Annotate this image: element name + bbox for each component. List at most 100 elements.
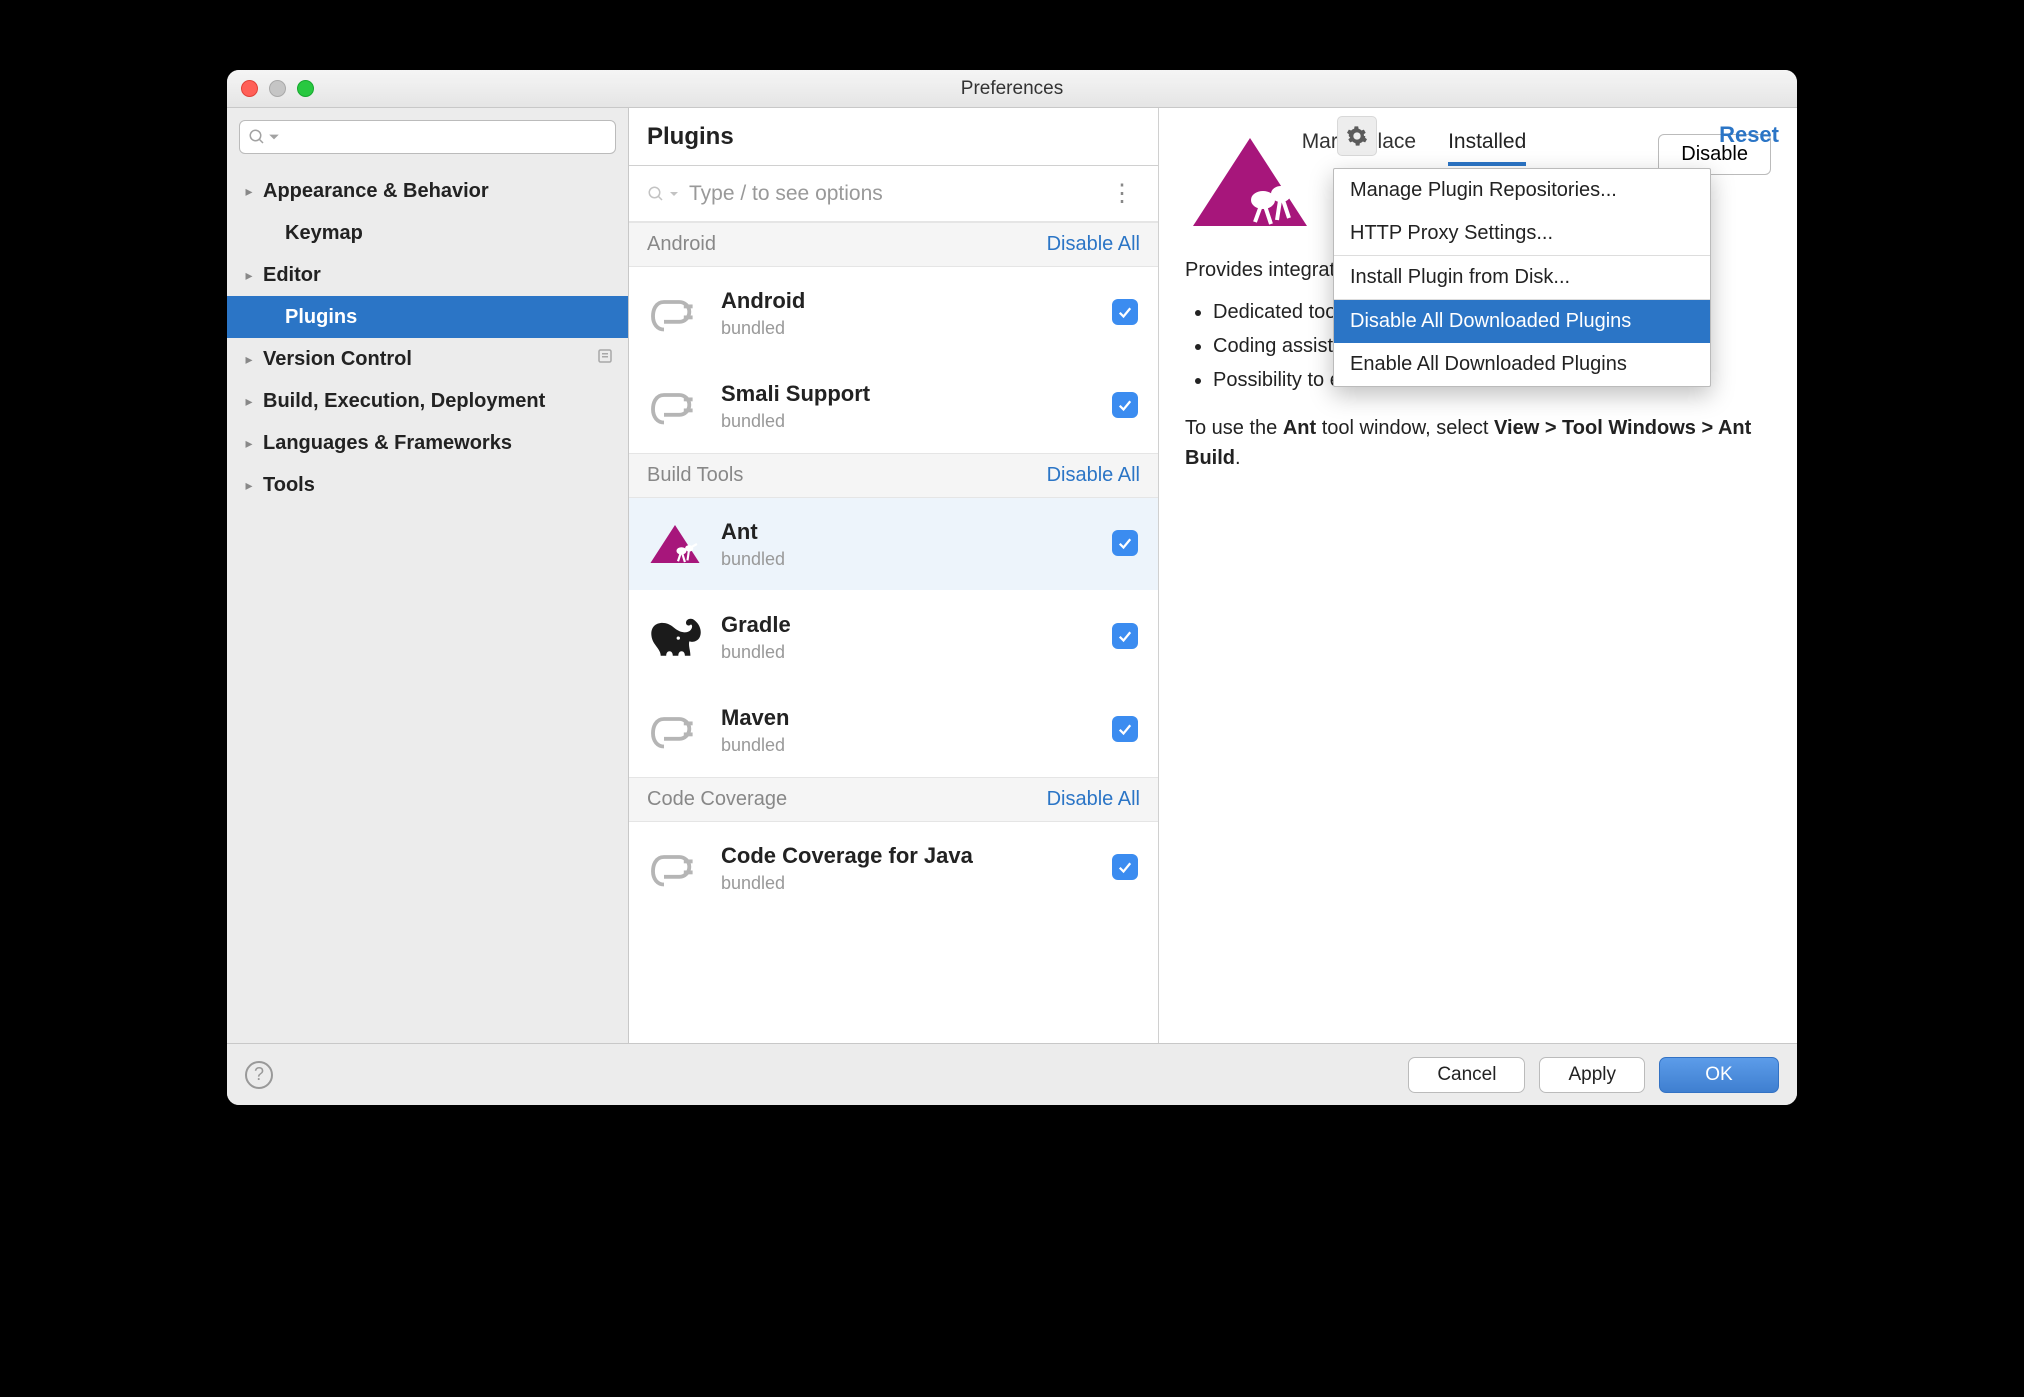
- plugin-sublabel: bundled: [721, 735, 1094, 756]
- sidebar-item-label: Keymap: [285, 222, 363, 245]
- plugins-column: Plugins ⋮ Android Disable All Android bundl…: [629, 108, 1159, 1043]
- sidebar-item-keymap[interactable]: Keymap: [227, 212, 628, 254]
- plugins-filter-input[interactable]: [689, 182, 1104, 206]
- plugin-icon: [647, 378, 703, 434]
- plugin-sublabel: bundled: [721, 642, 1094, 663]
- sidebar-item-appearance-behavior[interactable]: ▸ Appearance & Behavior: [227, 170, 628, 212]
- plugin-icon: [647, 840, 703, 896]
- ant-icon: [647, 516, 703, 572]
- sidebar-item-label: Appearance & Behavior: [263, 180, 489, 203]
- disclosure-arrow-icon: ▸: [241, 435, 257, 452]
- plugin-row-maven[interactable]: Maven bundled: [629, 684, 1158, 777]
- search-icon: [248, 128, 266, 146]
- sidebar-item-label: Build, Execution, Deployment: [263, 390, 545, 413]
- plugin-icon: [647, 285, 703, 341]
- menu-item-http-proxy-settings[interactable]: HTTP Proxy Settings...: [1334, 212, 1710, 255]
- plugins-title: Plugins: [647, 123, 734, 151]
- plugin-enable-checkbox[interactable]: [1112, 530, 1140, 558]
- menu-item-install-plugin-from-disk[interactable]: Install Plugin from Disk...: [1334, 256, 1710, 299]
- plugin-name: Ant: [721, 519, 1094, 545]
- checkbox-on-icon: [1112, 623, 1138, 649]
- preferences-window: Preferences ▸ Appearance & Behavior Keymap…: [227, 70, 1797, 1105]
- plugin-sublabel: bundled: [721, 549, 1094, 570]
- sidebar-item-plugins[interactable]: Plugins: [227, 296, 628, 338]
- plugin-name: Gradle: [721, 612, 1094, 638]
- plugin-list: AndroidDisable AllAndroidbundledSmali Su…: [629, 222, 1158, 1043]
- ok-button[interactable]: OK: [1659, 1057, 1779, 1093]
- settings-search-input[interactable]: [239, 120, 616, 154]
- plugin-sublabel: bundled: [721, 873, 1094, 894]
- plugin-enable-checkbox[interactable]: [1112, 854, 1140, 882]
- plugin-row-smali-support[interactable]: Smali Support bundled: [629, 360, 1158, 453]
- sidebar-item-label: Editor: [263, 264, 321, 287]
- plugin-enable-checkbox[interactable]: [1112, 623, 1140, 651]
- apply-button[interactable]: Apply: [1539, 1057, 1645, 1093]
- disable-all-link[interactable]: Disable All: [1047, 233, 1140, 256]
- menu-item-disable-all-downloaded-plugins[interactable]: Disable All Downloaded Plugins: [1334, 300, 1710, 343]
- disclosure-arrow-icon: ▸: [241, 267, 257, 284]
- section-header-code-coverage: Code Coverage Disable All: [629, 777, 1158, 822]
- checkbox-on-icon: [1112, 392, 1138, 418]
- plugin-name: Android: [721, 288, 1094, 314]
- checkbox-on-icon: [1112, 299, 1138, 325]
- disclosure-arrow-icon: ▸: [241, 477, 257, 494]
- section-name: Build Tools: [647, 464, 743, 487]
- footer: ? Cancel Apply OK: [227, 1043, 1797, 1105]
- plugins-header: Plugins: [629, 108, 1158, 166]
- plugin-enable-checkbox[interactable]: [1112, 392, 1140, 420]
- plugin-icon: [647, 702, 703, 758]
- sidebar-item-editor[interactable]: ▸ Editor: [227, 254, 628, 296]
- gear-menu-wrap: Manage Plugin Repositories...HTTP Proxy …: [1337, 116, 1377, 156]
- more-options-button[interactable]: ⋮: [1104, 179, 1140, 208]
- help-button[interactable]: ?: [245, 1061, 273, 1089]
- checkbox-on-icon: [1112, 854, 1138, 880]
- plugin-row-code-coverage-for-java[interactable]: Code Coverage for Java bundled: [629, 822, 1158, 915]
- sidebar-item-tools[interactable]: ▸ Tools: [227, 464, 628, 506]
- disclosure-arrow-icon: ▸: [241, 183, 257, 200]
- plugin-name: Maven: [721, 705, 1094, 731]
- gear-dropdown-menu: Manage Plugin Repositories...HTTP Proxy …: [1333, 168, 1711, 387]
- gradle-icon: [647, 609, 703, 665]
- content-area: Marketplace Installed Manage Plugin Repo…: [629, 108, 1797, 1043]
- disclosure-arrow-icon: ▸: [241, 351, 257, 368]
- section-header-build-tools: Build Tools Disable All: [629, 453, 1158, 498]
- checkbox-on-icon: [1112, 530, 1138, 556]
- chevron-down-icon: [268, 131, 280, 143]
- section-name: Android: [647, 233, 716, 256]
- gear-button[interactable]: [1337, 116, 1377, 156]
- disable-all-link[interactable]: Disable All: [1047, 788, 1140, 811]
- plugins-filter-row: ⋮: [629, 166, 1158, 222]
- reset-link[interactable]: Reset: [1719, 122, 1779, 148]
- settings-sidebar: ▸ Appearance & Behavior Keymap ▸ Editor Plugi…: [227, 108, 629, 1043]
- sidebar-item-languages-frameworks[interactable]: ▸ Languages & Frameworks: [227, 422, 628, 464]
- section-name: Code Coverage: [647, 788, 787, 811]
- plugin-row-ant[interactable]: Ant bundled: [629, 498, 1158, 591]
- search-icon: [647, 185, 665, 203]
- plugin-name: Code Coverage for Java: [721, 843, 1094, 869]
- cancel-button[interactable]: Cancel: [1408, 1057, 1525, 1093]
- plugin-enable-checkbox[interactable]: [1112, 299, 1140, 327]
- plugin-enable-checkbox[interactable]: [1112, 716, 1140, 744]
- plugin-usage-note: To use the Ant tool window, select View …: [1185, 413, 1771, 473]
- disable-all-link[interactable]: Disable All: [1047, 464, 1140, 487]
- sidebar-item-label: Languages & Frameworks: [263, 432, 512, 455]
- plugin-sublabel: bundled: [721, 411, 1094, 432]
- plugin-row-android[interactable]: Android bundled: [629, 267, 1158, 360]
- project-settings-icon: [596, 347, 614, 371]
- plugin-sublabel: bundled: [721, 318, 1094, 339]
- sidebar-item-label: Plugins: [285, 306, 357, 329]
- window-body: ▸ Appearance & Behavior Keymap ▸ Editor Plugi…: [227, 108, 1797, 1043]
- plugin-name: Smali Support: [721, 381, 1094, 407]
- sidebar-item-build-execution-deployment[interactable]: ▸ Build, Execution, Deployment: [227, 380, 628, 422]
- plugin-row-gradle[interactable]: Gradle bundled: [629, 591, 1158, 684]
- tab-installed[interactable]: Installed: [1448, 130, 1526, 166]
- disclosure-arrow-icon: ▸: [241, 393, 257, 410]
- menu-item-enable-all-downloaded-plugins[interactable]: Enable All Downloaded Plugins: [1334, 343, 1710, 386]
- sidebar-item-version-control[interactable]: ▸Version Control: [227, 338, 628, 380]
- menu-item-manage-plugin-repositories[interactable]: Manage Plugin Repositories...: [1334, 169, 1710, 212]
- ant-icon: [1185, 132, 1315, 232]
- sidebar-item-label: Tools: [263, 474, 315, 497]
- titlebar: Preferences: [227, 70, 1797, 108]
- settings-search-wrap: [227, 108, 628, 162]
- window-title: Preferences: [227, 78, 1797, 100]
